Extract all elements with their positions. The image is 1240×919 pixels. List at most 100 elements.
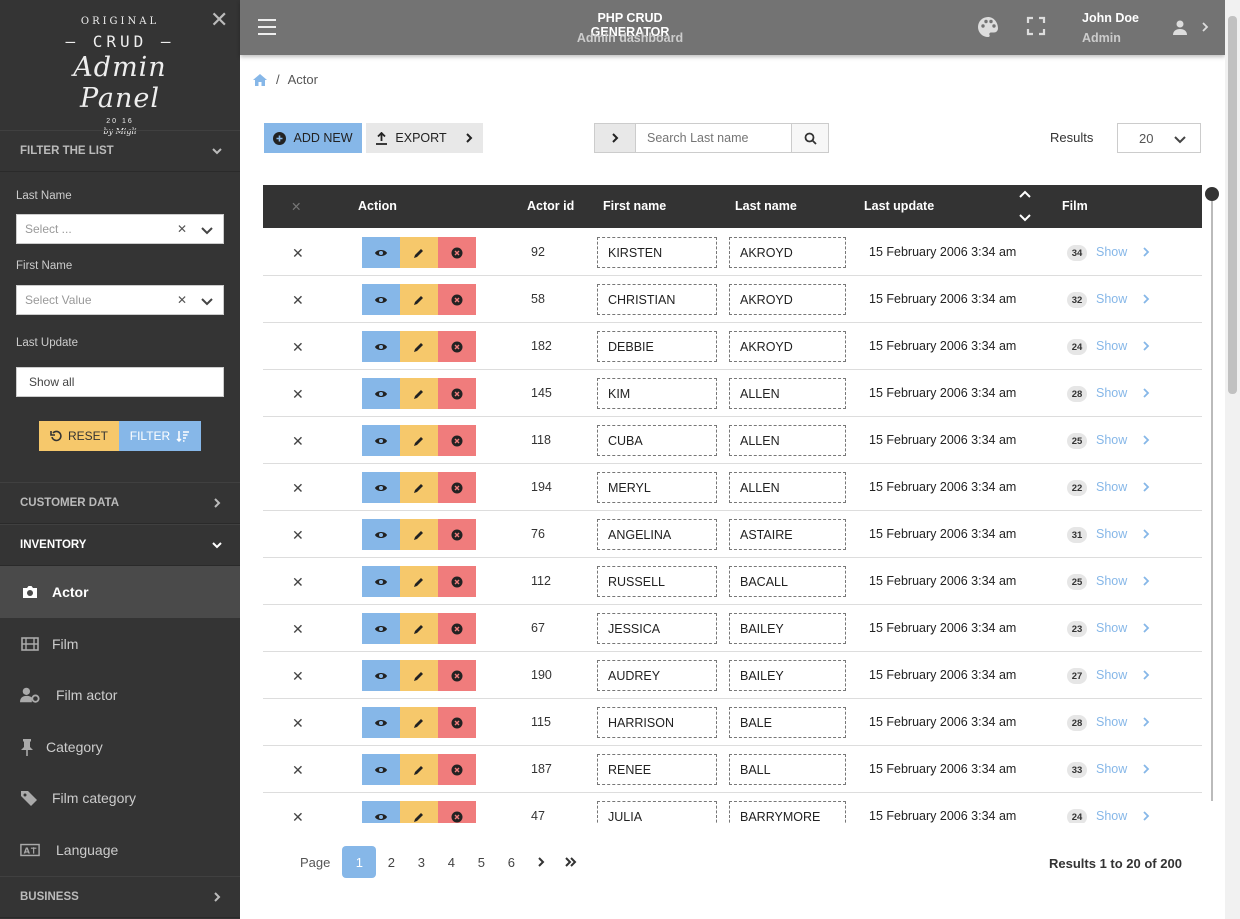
first-name-select[interactable]: Select Value ✕ bbox=[16, 285, 224, 315]
delete-row-icon[interactable]: ✕ bbox=[292, 527, 304, 544]
sidebar-item-film-category[interactable]: Film category bbox=[0, 772, 240, 824]
delete-button[interactable] bbox=[438, 707, 476, 738]
last-name-cell[interactable]: BALL bbox=[729, 754, 846, 785]
page-link[interactable]: 2 bbox=[376, 846, 406, 878]
edit-button[interactable] bbox=[400, 378, 438, 409]
clear-all-icon[interactable]: ✕ bbox=[291, 199, 301, 214]
chevron-right-icon[interactable] bbox=[1142, 435, 1150, 445]
delete-row-icon[interactable]: ✕ bbox=[292, 245, 304, 262]
last-update-select[interactable]: Show all bbox=[16, 367, 224, 397]
last-name-cell[interactable]: BAILEY bbox=[729, 660, 846, 691]
user-name[interactable]: John Doe bbox=[1082, 11, 1139, 25]
search-input[interactable] bbox=[636, 124, 791, 152]
last-name-cell[interactable]: AKROYD bbox=[729, 331, 846, 362]
chevron-right-icon[interactable] bbox=[1142, 717, 1150, 727]
show-films-link[interactable]: Show bbox=[1096, 386, 1127, 400]
chevron-right-icon[interactable] bbox=[1142, 764, 1150, 774]
sidebar-item-film[interactable]: Film bbox=[0, 618, 240, 670]
last-name-cell[interactable]: BAILEY bbox=[729, 613, 846, 644]
view-button[interactable] bbox=[362, 378, 400, 409]
last-name-cell[interactable]: ALLEN bbox=[729, 472, 846, 503]
delete-row-icon[interactable]: ✕ bbox=[292, 433, 304, 450]
edit-button[interactable] bbox=[400, 566, 438, 597]
page-link[interactable]: 6 bbox=[496, 846, 526, 878]
table-scroll-handle[interactable] bbox=[1205, 187, 1219, 201]
first-name-cell[interactable]: DEBBIE bbox=[597, 331, 717, 362]
first-name-cell[interactable]: HARRISON bbox=[597, 707, 717, 738]
delete-row-icon[interactable]: ✕ bbox=[292, 386, 304, 403]
col-last-update[interactable]: Last update bbox=[864, 199, 934, 213]
delete-button[interactable] bbox=[438, 331, 476, 362]
filter-button[interactable]: FILTER bbox=[119, 421, 201, 451]
show-films-link[interactable]: Show bbox=[1096, 668, 1127, 682]
chevron-right-icon[interactable] bbox=[1142, 623, 1150, 633]
delete-button[interactable] bbox=[438, 801, 476, 823]
col-first-name[interactable]: First name bbox=[603, 199, 666, 213]
show-films-link[interactable]: Show bbox=[1096, 574, 1127, 588]
last-name-cell[interactable]: AKROYD bbox=[729, 284, 846, 315]
delete-button[interactable] bbox=[438, 425, 476, 456]
chevron-right-icon[interactable] bbox=[1142, 294, 1150, 304]
last-name-select[interactable]: Select ... ✕ bbox=[16, 214, 224, 244]
user-icon[interactable] bbox=[1172, 19, 1188, 35]
edit-button[interactable] bbox=[400, 519, 438, 550]
show-films-link[interactable]: Show bbox=[1096, 809, 1127, 823]
view-button[interactable] bbox=[362, 801, 400, 823]
first-name-cell[interactable]: RUSSELL bbox=[597, 566, 717, 597]
edit-button[interactable] bbox=[400, 660, 438, 691]
home-icon[interactable] bbox=[252, 73, 268, 87]
first-name-cell[interactable]: KIRSTEN bbox=[597, 237, 717, 268]
customer-data-section[interactable]: CUSTOMER DATA bbox=[0, 482, 240, 524]
chevron-right-icon[interactable] bbox=[1142, 247, 1150, 257]
show-films-link[interactable]: Show bbox=[1096, 762, 1127, 776]
sidebar-item-category[interactable]: Category bbox=[0, 721, 240, 773]
business-section[interactable]: BUSINESS bbox=[0, 876, 240, 918]
first-name-cell[interactable]: KIM bbox=[597, 378, 717, 409]
delete-row-icon[interactable]: ✕ bbox=[292, 621, 304, 638]
first-name-cell[interactable]: RENEE bbox=[597, 754, 717, 785]
col-last-name[interactable]: Last name bbox=[735, 199, 797, 213]
chevron-right-icon[interactable] bbox=[1142, 482, 1150, 492]
last-name-cell[interactable]: ALLEN bbox=[729, 378, 846, 409]
fullscreen-icon[interactable] bbox=[1026, 16, 1046, 36]
first-name-cell[interactable]: JULIA bbox=[597, 801, 717, 823]
edit-button[interactable] bbox=[400, 707, 438, 738]
last-name-cell[interactable]: BALE bbox=[729, 707, 846, 738]
clear-icon[interactable]: ✕ bbox=[177, 293, 187, 307]
show-films-link[interactable]: Show bbox=[1096, 715, 1127, 729]
edit-button[interactable] bbox=[400, 284, 438, 315]
sidebar-item-language[interactable]: A Language bbox=[0, 824, 240, 876]
delete-row-icon[interactable]: ✕ bbox=[292, 480, 304, 497]
last-page-icon[interactable] bbox=[556, 846, 586, 878]
edit-button[interactable] bbox=[400, 472, 438, 503]
delete-button[interactable] bbox=[438, 237, 476, 268]
chevron-right-icon[interactable] bbox=[1142, 341, 1150, 351]
scrollbar-thumb[interactable] bbox=[1228, 16, 1237, 394]
view-button[interactable] bbox=[362, 660, 400, 691]
first-name-cell[interactable]: MERYL bbox=[597, 472, 717, 503]
search-field-toggle[interactable] bbox=[595, 124, 636, 152]
next-page-icon[interactable] bbox=[526, 846, 556, 878]
delete-button[interactable] bbox=[438, 284, 476, 315]
show-films-link[interactable]: Show bbox=[1096, 339, 1127, 353]
show-films-link[interactable]: Show bbox=[1096, 480, 1127, 494]
hamburger-menu-icon[interactable] bbox=[258, 19, 276, 35]
delete-row-icon[interactable]: ✕ bbox=[292, 292, 304, 309]
show-films-link[interactable]: Show bbox=[1096, 621, 1127, 635]
delete-row-icon[interactable]: ✕ bbox=[292, 574, 304, 591]
page-link[interactable]: 4 bbox=[436, 846, 466, 878]
first-name-cell[interactable]: ANGELINA bbox=[597, 519, 717, 550]
delete-row-icon[interactable]: ✕ bbox=[292, 668, 304, 685]
view-button[interactable] bbox=[362, 472, 400, 503]
results-per-page-select[interactable]: 20 bbox=[1117, 123, 1201, 153]
view-button[interactable] bbox=[362, 237, 400, 268]
col-actor-id[interactable]: Actor id bbox=[527, 199, 574, 213]
sort-icon[interactable] bbox=[1019, 188, 1031, 226]
chevron-right-icon[interactable] bbox=[1142, 529, 1150, 539]
delete-button[interactable] bbox=[438, 519, 476, 550]
sidebar-item-actor[interactable]: Actor bbox=[0, 566, 240, 618]
delete-button[interactable] bbox=[438, 566, 476, 597]
first-name-cell[interactable]: CHRISTIAN bbox=[597, 284, 717, 315]
page-scrollbar[interactable] bbox=[1225, 0, 1240, 919]
show-films-link[interactable]: Show bbox=[1096, 433, 1127, 447]
